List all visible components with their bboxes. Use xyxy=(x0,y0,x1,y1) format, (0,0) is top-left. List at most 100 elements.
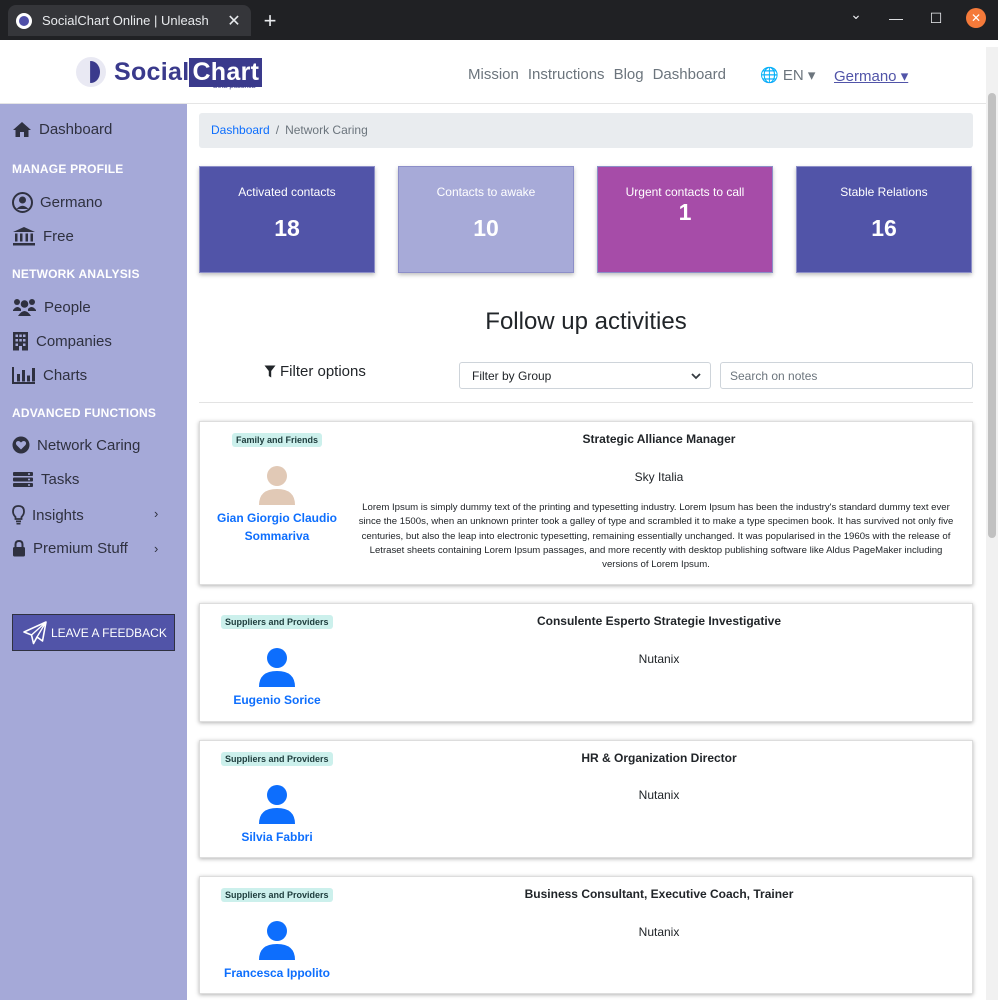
stat-label: Activated contacts xyxy=(238,185,336,199)
followup-card[interactable]: Suppliers and Providers Francesca Ippoli… xyxy=(199,876,973,994)
stat-contacts-to-awake[interactable]: Contacts to awake 10 xyxy=(398,166,574,273)
nav-mission[interactable]: Mission xyxy=(468,66,519,83)
breadcrumb-dashboard-link[interactable]: Dashboard xyxy=(211,123,270,137)
sidebar-item-label: Network Caring xyxy=(37,436,141,454)
stat-label: Contacts to awake xyxy=(436,185,536,199)
users-icon xyxy=(13,299,36,316)
contact-note: Lorem Ipsum is simply dummy text of the … xyxy=(358,502,954,571)
tab-title: SocialChart Online | Unleash xyxy=(42,13,209,28)
sidebar-item-label: Companies xyxy=(36,332,112,350)
sidebar-item-network-caring[interactable]: Network Caring xyxy=(12,436,140,454)
sidebar-item-dashboard[interactable]: Dashboard xyxy=(12,121,112,138)
follow-up-title: Follow up activities xyxy=(485,308,687,335)
sidebar-item-premium[interactable]: Premium Stuff xyxy=(12,540,128,557)
stat-value: 1 xyxy=(678,199,692,225)
language-dropdown[interactable]: 🌐 EN ▾ xyxy=(760,66,815,84)
top-navbar: Social Chart Beta pubblica Mission Instru… xyxy=(0,47,986,104)
premium-chevron-icon[interactable]: › xyxy=(154,541,158,556)
filter-options-toggle[interactable]: Filter options xyxy=(264,363,366,380)
stat-value: 18 xyxy=(274,215,300,241)
lock-icon xyxy=(13,540,25,557)
manage-profile-heading: MANAGE PROFILE xyxy=(12,162,124,176)
company-name: Nutanix xyxy=(638,788,680,802)
group-badge: Suppliers and Providers xyxy=(221,615,333,629)
sidebar-item-label: Charts xyxy=(43,366,88,384)
sidebar: Dashboard MANAGE PROFILE Germano Free NE… xyxy=(0,104,187,1000)
home-icon xyxy=(13,122,31,137)
logo-social-text: Social xyxy=(114,57,190,86)
sidebar-item-label: Insights xyxy=(32,506,84,524)
stat-activated-contacts[interactable]: Activated contacts 18 xyxy=(199,166,375,273)
window-close-icon[interactable]: ✕ xyxy=(966,8,986,28)
sidebar-item-people[interactable]: People xyxy=(12,297,91,317)
sidebar-item-label: Free xyxy=(43,227,74,245)
sidebar-item-label: Dashboard xyxy=(39,121,113,138)
sidebar-item-label: Tasks xyxy=(41,471,80,488)
sidebar-item-charts[interactable]: Charts xyxy=(12,366,87,384)
leave-feedback-button[interactable]: LEAVE A FEEDBACK xyxy=(12,614,175,651)
contact-name-line: Gian Giorgio Claudio xyxy=(217,511,337,525)
sidebar-item-label: Premium Stuff xyxy=(33,540,128,557)
browser-tab[interactable]: SocialChart Online | Unleash ✕ xyxy=(8,5,251,36)
paper-plane-icon xyxy=(23,620,47,644)
job-title: Consulente Esperto Strategie Investigati… xyxy=(536,614,782,628)
filter-by-group-select[interactable]: Filter by Group xyxy=(459,362,711,389)
user-avatar-icon xyxy=(259,921,295,960)
group-badge: Suppliers and Providers xyxy=(221,888,333,902)
sidebar-item-label: People xyxy=(44,298,91,316)
group-badge: Suppliers and Providers xyxy=(221,752,333,766)
user-avatar-icon xyxy=(259,785,295,824)
minimize-icon[interactable]: — xyxy=(886,10,906,26)
logo-mark-icon xyxy=(76,57,106,87)
stat-value: 16 xyxy=(871,215,897,241)
nav-instructions[interactable]: Instructions xyxy=(528,66,605,83)
stat-label: Urgent contacts to call xyxy=(625,185,745,199)
filter-icon xyxy=(264,365,276,378)
stat-label: Stable Relations xyxy=(840,185,928,199)
contact-name-line: Sommariva xyxy=(244,529,310,543)
heart-circle-icon xyxy=(12,436,30,454)
followup-card[interactable]: Family and Friends Gian Giorgio Claudio … xyxy=(199,421,973,585)
sidebar-item-insights[interactable]: Insights xyxy=(12,505,84,525)
stat-value: 10 xyxy=(473,215,499,241)
new-tab-icon[interactable]: + xyxy=(260,8,280,34)
logo-beta-text: Beta pubblica xyxy=(213,83,256,90)
sidebar-item-plan[interactable]: Free xyxy=(12,226,74,246)
advanced-functions-heading: ADVANCED FUNCTIONS xyxy=(12,406,157,420)
lightbulb-icon xyxy=(12,505,25,525)
browser-chrome: SocialChart Online | Unleash ✕ + ⌄ — ☐ ✕ xyxy=(0,0,998,40)
stat-urgent-contacts[interactable]: Urgent contacts to call 1 xyxy=(597,166,773,273)
scrollbar-thumb[interactable] xyxy=(988,93,996,538)
select-value: Filter by Group xyxy=(472,369,552,383)
chevron-down-icon xyxy=(691,373,701,380)
main-nav: Mission Instructions Blog Dashboard xyxy=(468,66,735,83)
avatar-placeholder-icon xyxy=(259,466,295,505)
contact-name-link[interactable]: Francesca Ippolito xyxy=(204,964,350,982)
tab-search-chevron-icon[interactable]: ⌄ xyxy=(846,6,866,23)
sidebar-item-companies[interactable]: Companies xyxy=(12,331,112,351)
breadcrumb-separator: / xyxy=(275,123,280,137)
user-avatar-icon xyxy=(259,648,295,687)
sidebar-item-profile[interactable]: Germano xyxy=(12,192,103,213)
logo[interactable]: Social Chart Beta pubblica xyxy=(76,57,263,90)
feedback-label: LEAVE A FEEDBACK xyxy=(51,625,167,640)
stat-stable-relations[interactable]: Stable Relations 16 xyxy=(796,166,972,273)
followup-card[interactable]: Suppliers and Providers Eugenio Sorice C… xyxy=(199,603,973,722)
nav-dashboard[interactable]: Dashboard xyxy=(653,66,726,83)
contact-name-link[interactable]: Silvia Fabbri xyxy=(204,828,350,846)
company-name: Nutanix xyxy=(638,652,680,666)
search-notes-input[interactable]: Search on notes xyxy=(720,362,973,389)
company-name: Nutanix xyxy=(638,925,680,939)
section-divider xyxy=(199,402,973,403)
favicon-icon xyxy=(16,12,32,29)
sidebar-item-tasks[interactable]: Tasks xyxy=(12,471,79,488)
contact-name-link[interactable]: Eugenio Sorice xyxy=(204,691,350,709)
tasks-icon xyxy=(13,472,33,487)
maximize-icon[interactable]: ☐ xyxy=(926,10,946,27)
insights-chevron-icon[interactable]: › xyxy=(154,506,158,521)
contact-name-link[interactable]: Gian Giorgio Claudio Sommariva xyxy=(204,509,350,545)
tab-close-icon[interactable]: ✕ xyxy=(225,11,243,31)
nav-blog[interactable]: Blog xyxy=(614,66,644,83)
followup-card[interactable]: Suppliers and Providers Silvia Fabbri HR… xyxy=(199,740,973,858)
user-dropdown[interactable]: Germano ▾ xyxy=(834,67,908,85)
